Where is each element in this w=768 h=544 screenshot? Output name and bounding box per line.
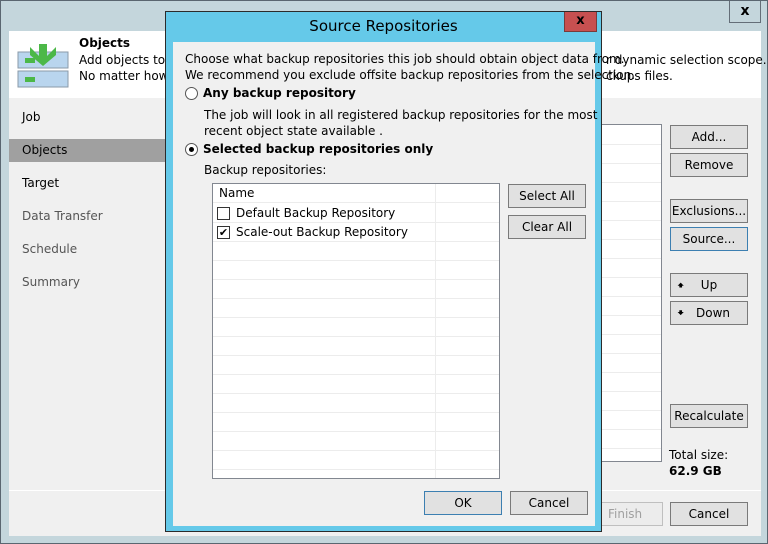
dialog-body: Choose what backup repositories this job… xyxy=(173,42,635,526)
button-label: Exclusions... xyxy=(671,204,747,218)
total-size-value: 62.9 GB xyxy=(669,464,722,478)
grid-header: Name xyxy=(213,184,499,203)
repositories-grid[interactable]: Name Default Backup Repository ✔ Scale-o… xyxy=(212,183,500,479)
nav-item-target[interactable]: Target xyxy=(9,172,169,195)
grid-row-divider xyxy=(213,469,499,470)
nav-item-objects[interactable]: Objects xyxy=(9,139,169,162)
grid-row-divider xyxy=(213,450,499,451)
checkmark-icon: ✔ xyxy=(218,226,229,239)
button-label: Up xyxy=(700,278,718,292)
intro-line1: Choose what backup repositories this job… xyxy=(185,52,625,66)
button-label: Add... xyxy=(691,130,727,144)
source-button[interactable]: Source... xyxy=(670,227,748,251)
arrow-up-icon: 🠹 xyxy=(677,278,685,292)
nav-item-data-transfer[interactable]: Data Transfer xyxy=(9,205,169,228)
grid-row-divider xyxy=(213,355,499,356)
any-repository-desc-line2: recent object state available . xyxy=(204,124,383,138)
clear-all-button[interactable]: Clear All xyxy=(508,215,586,239)
close-icon: x xyxy=(576,13,585,28)
button-label: Select All xyxy=(519,189,575,203)
nav-label: Schedule xyxy=(22,242,78,256)
grid-row-divider xyxy=(213,431,499,432)
button-label: Finish xyxy=(608,507,643,521)
selected-repositories-radio[interactable] xyxy=(185,143,198,156)
any-repository-desc-line1: The job will look in all registered back… xyxy=(204,108,598,122)
button-label: Remove xyxy=(684,158,734,172)
repository-row[interactable]: ✔ Scale-out Backup Repository xyxy=(213,223,435,242)
button-label: Recalculate xyxy=(674,409,744,423)
grid-row-divider xyxy=(213,374,499,375)
down-button[interactable]: 🠻 Down xyxy=(670,301,748,325)
repository-name: Scale-out Backup Repository xyxy=(236,225,408,239)
ok-button[interactable]: OK xyxy=(424,491,502,515)
close-icon: x xyxy=(740,3,750,19)
column-divider xyxy=(435,184,436,203)
repository-row[interactable]: Default Backup Repository xyxy=(213,204,435,223)
button-label: Source... xyxy=(682,232,736,246)
repository-checkbox[interactable] xyxy=(217,207,230,220)
repository-name: Default Backup Repository xyxy=(236,206,396,220)
grid-row-divider xyxy=(213,279,499,280)
dialog-cancel-button[interactable]: Cancel xyxy=(510,491,588,515)
grid-row-divider xyxy=(213,336,499,337)
up-button[interactable]: 🠹 Up xyxy=(670,273,748,297)
grid-row-divider xyxy=(213,412,499,413)
select-all-button[interactable]: Select All xyxy=(508,184,586,208)
repository-checkbox-checked[interactable]: ✔ xyxy=(217,226,230,239)
dialog-close-button[interactable]: x xyxy=(564,12,597,32)
step-title: Objects xyxy=(79,36,131,50)
button-label: OK xyxy=(454,496,472,510)
nav-label: Summary xyxy=(22,275,80,289)
nav-label: Target xyxy=(22,176,60,190)
nav-label: Objects xyxy=(22,143,68,157)
nav-item-summary[interactable]: Summary xyxy=(9,271,169,294)
backup-repositories-label: Backup repositories: xyxy=(204,163,327,177)
grid-row-divider xyxy=(213,298,499,299)
cancel-button[interactable]: Cancel xyxy=(670,502,748,526)
column-header-name[interactable]: Name xyxy=(219,186,254,200)
any-repository-radio[interactable] xyxy=(185,87,198,100)
grid-row-divider xyxy=(213,393,499,394)
nav-item-job[interactable]: Job xyxy=(9,106,169,129)
exclusions-button[interactable]: Exclusions... xyxy=(670,199,748,223)
remove-button[interactable]: Remove xyxy=(670,153,748,177)
button-label: Cancel xyxy=(688,507,730,521)
button-label: Clear All xyxy=(521,220,573,234)
step-description-right: r dynamic selection scope. xyxy=(606,53,767,67)
any-repository-label[interactable]: Any backup repository xyxy=(203,86,356,100)
nav-item-schedule[interactable]: Schedule xyxy=(9,238,169,261)
nav-label: Job xyxy=(22,110,41,124)
objects-download-icon xyxy=(17,44,69,88)
nav-label: Data Transfer xyxy=(22,209,103,223)
arrow-down-icon: 🠻 xyxy=(677,306,685,320)
dialog-title: Source Repositories xyxy=(309,17,458,35)
total-size-label: Total size: xyxy=(669,448,729,462)
intro-line2: We recommend you exclude offsite backup … xyxy=(185,68,636,82)
grid-row-divider xyxy=(213,317,499,318)
column-divider xyxy=(435,203,436,478)
window-close-button[interactable]: x xyxy=(729,1,761,23)
source-repositories-dialog: Source Repositories x Choose what backup… xyxy=(165,11,635,532)
button-label: Cancel xyxy=(528,496,570,510)
recalculate-button[interactable]: Recalculate xyxy=(670,404,748,428)
grid-row-divider xyxy=(213,260,499,261)
grid-row-divider xyxy=(213,241,499,242)
button-label: Down xyxy=(695,306,730,320)
selected-repositories-label[interactable]: Selected backup repositories only xyxy=(203,142,433,156)
add-button[interactable]: Add... xyxy=(670,125,748,149)
